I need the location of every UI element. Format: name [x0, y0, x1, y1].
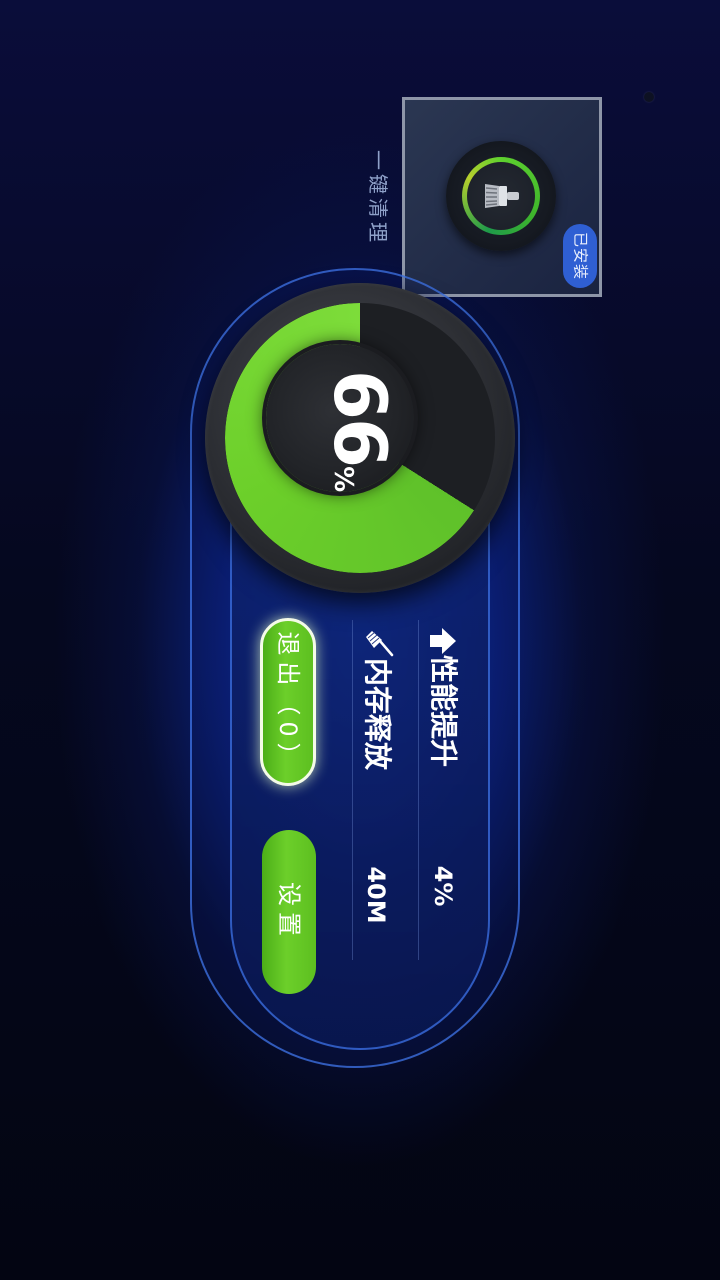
- exit-button[interactable]: 退出（0）: [260, 618, 316, 786]
- installed-badge: 已安装: [563, 224, 597, 288]
- stats-divider: [352, 620, 353, 960]
- dial-value-unit: %: [328, 466, 358, 493]
- memory-value: 40M: [362, 866, 390, 924]
- settings-button[interactable]: 设置: [262, 830, 316, 994]
- brush-icon: [485, 184, 519, 208]
- performance-label: 性能提升: [427, 654, 460, 768]
- progress-dial: 66%: [205, 283, 515, 593]
- widget-progress-arc: [462, 157, 540, 235]
- settings-button-label: 设置: [275, 882, 303, 942]
- dial-value: 66%: [318, 370, 402, 493]
- installed-badge-label: 已安装: [571, 231, 590, 281]
- dial-value-number: 66: [318, 369, 402, 467]
- camera-dot: [644, 92, 654, 102]
- exit-button-label: 退出（0）: [274, 631, 302, 773]
- stats-divider: [418, 620, 419, 960]
- widget-ring: [446, 141, 556, 251]
- widget-title: 一键清理: [366, 150, 390, 246]
- memory-label: 内存释放: [361, 657, 394, 771]
- widget-preview[interactable]: 已安装: [402, 97, 602, 297]
- arrow-up-icon: [430, 628, 456, 654]
- performance-value: 4%: [429, 865, 457, 907]
- broom-icon: [366, 631, 394, 657]
